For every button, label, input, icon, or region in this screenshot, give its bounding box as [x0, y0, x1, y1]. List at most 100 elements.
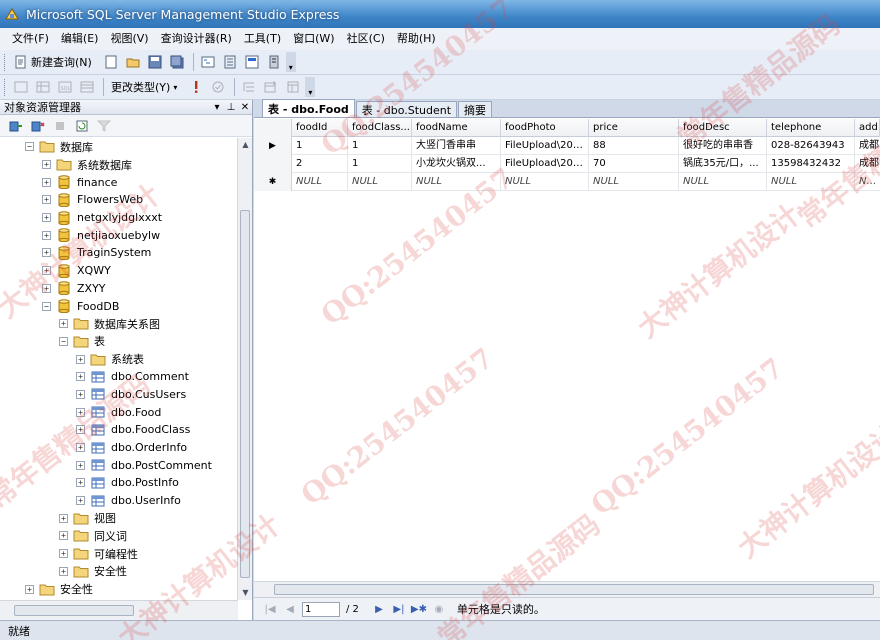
tree-node[interactable]: + 视图 [0, 509, 238, 527]
execute-sql-button[interactable] [186, 77, 206, 97]
show-diagram-pane-button[interactable] [11, 77, 31, 97]
chevron-down-icon[interactable]: ▾ [210, 102, 224, 113]
tab-dbo-food[interactable]: 表 - dbo.Food [262, 99, 355, 117]
tree-horizontal-scrollbar[interactable] [0, 600, 238, 620]
registered-servers-button[interactable] [264, 52, 284, 72]
column-header[interactable]: foodId [292, 119, 348, 137]
tree-node[interactable]: + XQWY [0, 262, 238, 280]
grid-cell[interactable]: NULL [855, 173, 880, 191]
expand-icon[interactable]: + [59, 566, 68, 576]
menu-community[interactable]: 社区(C) [341, 28, 391, 50]
expand-icon[interactable]: + [76, 496, 85, 506]
ssms-app-icon[interactable] [4, 6, 20, 22]
expand-icon[interactable]: + [25, 584, 34, 594]
expand-icon[interactable]: + [42, 177, 51, 187]
expand-icon[interactable]: + [59, 531, 68, 541]
menu-edit[interactable]: 编辑(E) [55, 28, 105, 50]
tab-dbo-student[interactable]: 表 - dbo.Student [355, 101, 458, 117]
grid-cell[interactable]: 2 [292, 155, 348, 173]
grid-cell[interactable]: NULL [767, 173, 855, 191]
tree-node[interactable]: − FoodDB [0, 297, 238, 315]
expand-icon[interactable]: + [76, 425, 85, 435]
tree-node[interactable]: + dbo.PostInfo [0, 474, 238, 492]
add-derived-table-button[interactable] [283, 77, 303, 97]
tree-node[interactable]: + dbo.CusUsers [0, 386, 238, 404]
menu-file[interactable]: 文件(F) [6, 28, 55, 50]
disconnect-button[interactable] [28, 116, 48, 136]
grid-cell[interactable]: NULL [501, 173, 589, 191]
save-button[interactable] [145, 52, 165, 72]
scroll-up-icon[interactable]: ▲ [238, 138, 253, 152]
tree-node[interactable]: + dbo.Comment [0, 368, 238, 386]
show-criteria-pane-button[interactable] [33, 77, 53, 97]
grid-cell[interactable]: 大竖门香串串 [412, 137, 501, 155]
tree-node[interactable]: + 同义词 [0, 527, 238, 545]
tree-node[interactable]: + dbo.FoodClass [0, 421, 238, 439]
tree-node[interactable]: + 安全性 [0, 580, 238, 598]
show-sql-pane-button[interactable]: SQL [55, 77, 75, 97]
scroll-down-icon[interactable]: ▼ [238, 586, 253, 600]
expand-icon[interactable]: + [76, 354, 85, 364]
grid-cell[interactable]: FileUpload\2017... [501, 155, 589, 173]
current-record-input[interactable]: 1 [302, 601, 340, 617]
tab-summary[interactable]: 摘要 [458, 101, 493, 117]
expand-icon[interactable]: + [76, 460, 85, 470]
toolbar-grip[interactable] [4, 53, 7, 71]
last-record-icon[interactable]: ▶| [391, 601, 407, 617]
grid-cell[interactable]: FileUpload\2017... [501, 137, 589, 155]
tree-node[interactable]: + FlowersWeb [0, 191, 238, 209]
grid-cell[interactable]: 锅底35元/口，... [679, 155, 767, 173]
tree-node[interactable]: + dbo.PostComment [0, 456, 238, 474]
tree-node[interactable]: + 可编程性 [0, 545, 238, 563]
refresh-button[interactable] [72, 116, 92, 136]
show-results-pane-button[interactable] [77, 77, 97, 97]
expand-icon[interactable]: + [42, 160, 51, 170]
stop-button[interactable] [50, 116, 70, 136]
pin-icon[interactable]: ⊥ [224, 102, 238, 113]
grid-cell[interactable]: 1 [348, 137, 412, 155]
table-row[interactable]: ✱NULLNULLNULLNULLNULLNULLNULLNULL [254, 173, 880, 191]
menu-tools[interactable]: 工具(T) [238, 28, 287, 50]
expand-icon[interactable]: + [42, 266, 51, 276]
tree-node[interactable]: + netgxlyjdglxxxt [0, 209, 238, 227]
new-query-button[interactable]: 新建查询(N) [11, 52, 95, 72]
tree-node[interactable]: + ZXYY [0, 280, 238, 298]
tree-node[interactable]: + netjiaoxuebylw [0, 226, 238, 244]
new-row-indicator[interactable]: ✱ [254, 173, 292, 191]
grid-corner[interactable] [254, 119, 292, 137]
expand-icon[interactable]: + [59, 319, 68, 329]
tree-node[interactable]: − 数据库 [0, 138, 238, 156]
grid-cell[interactable]: 13598432432 [767, 155, 855, 173]
current-row-indicator[interactable]: ▶ [254, 137, 292, 155]
grid-cell[interactable]: 很好吃的串串香 [679, 137, 767, 155]
collapse-icon[interactable]: − [59, 336, 68, 346]
expand-icon[interactable]: + [76, 389, 85, 399]
column-header[interactable]: price [589, 119, 679, 137]
toolbar-overflow-button[interactable]: ▾ [305, 77, 316, 97]
tree-node[interactable]: + 系统表 [0, 350, 238, 368]
grid-cell[interactable]: 028-82643943 [767, 137, 855, 155]
tree-node[interactable]: + 系统数据库 [0, 156, 238, 174]
scroll-thumb[interactable] [14, 605, 134, 616]
tree-node[interactable]: + finance [0, 173, 238, 191]
toolbar-overflow-button[interactable]: ▾ [285, 52, 296, 72]
filter-button[interactable] [94, 116, 114, 136]
row-selector[interactable] [254, 155, 292, 173]
menu-view[interactable]: 视图(V) [104, 28, 154, 50]
open-file-button[interactable] [123, 52, 143, 72]
grid-horizontal-scrollbar[interactable] [254, 581, 880, 597]
grid-cell[interactable]: 1 [292, 137, 348, 155]
grid-cell[interactable]: 88 [589, 137, 679, 155]
new-record-icon[interactable]: ▶✱ [411, 601, 427, 617]
grid-cell[interactable]: 70 [589, 155, 679, 173]
expand-icon[interactable]: + [76, 407, 85, 417]
column-header[interactable]: foodPhoto [501, 119, 589, 137]
first-record-icon[interactable]: |◀ [262, 601, 278, 617]
menu-query-designer[interactable]: 查询设计器(R) [155, 28, 238, 50]
table-row[interactable]: ▶ 1 1 大竖门香串串 FileUpload\2017... 88 很好吃的串串香 028-… [254, 137, 880, 155]
change-type-dropdown[interactable]: 更改类型(Y) ▾ [108, 77, 180, 97]
tree-node[interactable]: + 数据库关系图 [0, 315, 238, 333]
expand-icon[interactable]: + [76, 372, 85, 382]
grid-cell[interactable]: 成都 [855, 137, 880, 155]
scroll-thumb[interactable] [240, 210, 250, 578]
